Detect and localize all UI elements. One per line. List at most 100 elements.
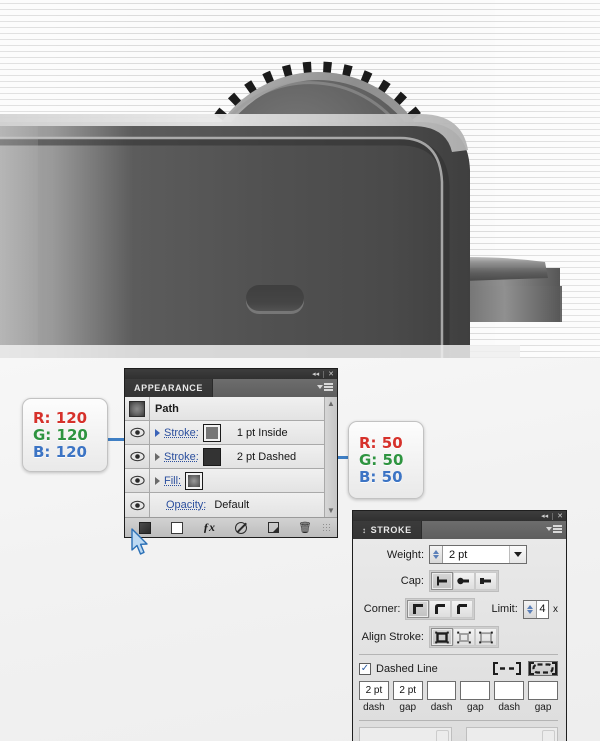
- resize-grip[interactable]: [321, 522, 333, 533]
- butt-cap-button[interactable]: [431, 572, 453, 590]
- align-outside-button[interactable]: [475, 628, 497, 646]
- dash-input-1[interactable]: 2 pt: [359, 681, 389, 700]
- stroke-panel: ◂◂ ✕ ↕ STROKE Weight: 2 pt Cap: Corner: …: [352, 510, 567, 741]
- delete-item-button[interactable]: 🗑: [289, 521, 321, 534]
- clear-appearance-button[interactable]: [225, 521, 257, 534]
- arrowhead-start-dropdown[interactable]: [359, 727, 452, 741]
- appearance-row-path[interactable]: Path: [125, 397, 324, 421]
- corner-label: Corner:: [363, 603, 401, 615]
- grinder-body: [0, 122, 470, 358]
- limit-stepper[interactable]: [523, 600, 537, 618]
- titlebar-separator: [323, 370, 325, 378]
- dash-input-3[interactable]: [494, 681, 525, 700]
- appearance-row-stroke-2[interactable]: Stroke: 2 pt Dashed: [125, 445, 324, 469]
- fill-content: Fill:: [150, 471, 324, 490]
- hamburger-icon: [324, 383, 333, 391]
- panel-menu-icon[interactable]: [317, 383, 333, 391]
- add-new-effect-button[interactable]: ƒx: [193, 520, 225, 535]
- stroke-2-label[interactable]: Stroke:: [164, 451, 199, 463]
- titlebar-separator: [552, 512, 554, 520]
- eye-icon: [129, 475, 145, 486]
- stroke-2-color-swatch[interactable]: [202, 447, 221, 466]
- close-icon[interactable]: ✕: [328, 370, 334, 378]
- dash-gap-fields: 2 pt dash 2 pt gap dash gap dash gap: [359, 681, 558, 713]
- weight-label: Weight:: [386, 548, 424, 561]
- appearance-scrollbar[interactable]: ▲ ▼: [324, 397, 337, 517]
- screenshot-root: R: 120 G: 120 B: 120 R: 50 G: 50 B: 50 ◂…: [0, 0, 600, 741]
- appearance-row-opacity[interactable]: Opacity: Default: [125, 493, 324, 517]
- path-thumbnail-swatch: [129, 400, 145, 417]
- limit-input[interactable]: 4: [522, 599, 549, 619]
- align-center-icon: [435, 631, 449, 643]
- dash-field-4: gap: [460, 681, 491, 713]
- collapse-icon[interactable]: ◂◂: [312, 370, 319, 378]
- weight-stepper[interactable]: [430, 546, 443, 563]
- arrowhead-end-dropdown[interactable]: [465, 727, 558, 741]
- disclosure-triangle-icon[interactable]: [155, 428, 160, 437]
- collapse-icon[interactable]: ◂◂: [541, 512, 548, 520]
- chevron-down-icon: [317, 384, 323, 389]
- corner-row: Corner: Limit: 4 x: [359, 598, 558, 620]
- panel-menu-icon[interactable]: [546, 525, 562, 533]
- dash-caption-1: dash: [363, 702, 385, 713]
- add-new-fill-button[interactable]: [161, 521, 193, 534]
- projecting-cap-icon: [480, 578, 491, 584]
- align-center-button[interactable]: [431, 628, 453, 646]
- corner-button-group: [405, 598, 476, 620]
- align-outside-icon: [479, 631, 493, 643]
- weight-row: Weight: 2 pt: [359, 545, 558, 564]
- align-stroke-label: Align Stroke:: [361, 631, 424, 643]
- fill-color-swatch[interactable]: [185, 471, 204, 490]
- stroke-1-color-callout: R: 120 G: 120 B: 120: [22, 398, 108, 472]
- round-cap-button[interactable]: [453, 572, 475, 590]
- visibility-toggle-stroke-2[interactable]: [125, 445, 150, 468]
- body-button: [246, 285, 304, 311]
- align-dashes-icon: [529, 662, 557, 675]
- preserve-exact-dash-gap-button[interactable]: [492, 661, 522, 676]
- gap-input-1[interactable]: 2 pt: [392, 681, 423, 700]
- visibility-toggle-fill[interactable]: [125, 469, 150, 492]
- close-icon[interactable]: ✕: [557, 512, 563, 520]
- grip-icon: [322, 522, 332, 533]
- dashed-line-label: Dashed Line: [376, 662, 438, 675]
- align-inside-button[interactable]: [453, 628, 475, 646]
- opacity-label[interactable]: Opacity:: [166, 499, 206, 511]
- visibility-toggle-opacity[interactable]: [125, 493, 150, 517]
- appearance-row-fill[interactable]: Fill:: [125, 469, 324, 493]
- align-dashes-to-corners-button[interactable]: [528, 661, 558, 676]
- miter-join-button[interactable]: [407, 600, 430, 618]
- rgb-r-value: R: 120: [33, 408, 88, 427]
- disclosure-triangle-icon[interactable]: [155, 452, 160, 461]
- stroke-1-color-swatch[interactable]: [202, 423, 221, 442]
- dashed-line-checkbox[interactable]: ✓: [359, 662, 371, 675]
- tab-appearance[interactable]: APPEARANCE: [125, 379, 214, 397]
- stroke-tabbar: ↕ STROKE: [352, 521, 567, 539]
- weight-input[interactable]: 2 pt: [429, 545, 527, 564]
- duplicate-item-button[interactable]: [257, 522, 289, 533]
- weight-dropdown-button[interactable]: [509, 546, 526, 563]
- appearance-row-stroke-1[interactable]: Stroke: 1 pt Inside: [125, 421, 324, 445]
- gap-input-2[interactable]: [460, 681, 491, 700]
- stroke-2-content: Stroke: 2 pt Dashed: [150, 447, 324, 466]
- dash-input-2[interactable]: [426, 681, 457, 700]
- bevel-join-button[interactable]: [451, 600, 474, 618]
- stroke-2-value: 2 pt Dashed: [236, 450, 297, 463]
- rgb-r-value: R: 50: [359, 433, 403, 452]
- weight-value: 2 pt: [449, 548, 468, 561]
- disclosure-triangle-icon[interactable]: [155, 476, 160, 485]
- projecting-cap-button[interactable]: [475, 572, 497, 590]
- tab-stroke[interactable]: ↕ STROKE: [353, 521, 422, 539]
- dashed-line-row: ✓ Dashed Line: [359, 661, 558, 676]
- dash-field-5: dash: [494, 681, 525, 713]
- visibility-toggle-stroke-1[interactable]: [125, 421, 150, 444]
- align-stroke-row: Align Stroke:: [359, 626, 558, 648]
- align-inside-icon: [457, 631, 471, 643]
- round-join-button[interactable]: [429, 600, 452, 618]
- scroll-up-icon[interactable]: ▲: [327, 399, 335, 408]
- scroll-down-icon[interactable]: ▼: [327, 506, 335, 515]
- rgb-g-value: G: 50: [359, 450, 404, 469]
- gap-input-3[interactable]: [528, 681, 558, 700]
- stroke-1-label[interactable]: Stroke:: [164, 427, 199, 439]
- chevron-down-icon: [514, 552, 522, 557]
- fill-label[interactable]: Fill:: [164, 475, 181, 487]
